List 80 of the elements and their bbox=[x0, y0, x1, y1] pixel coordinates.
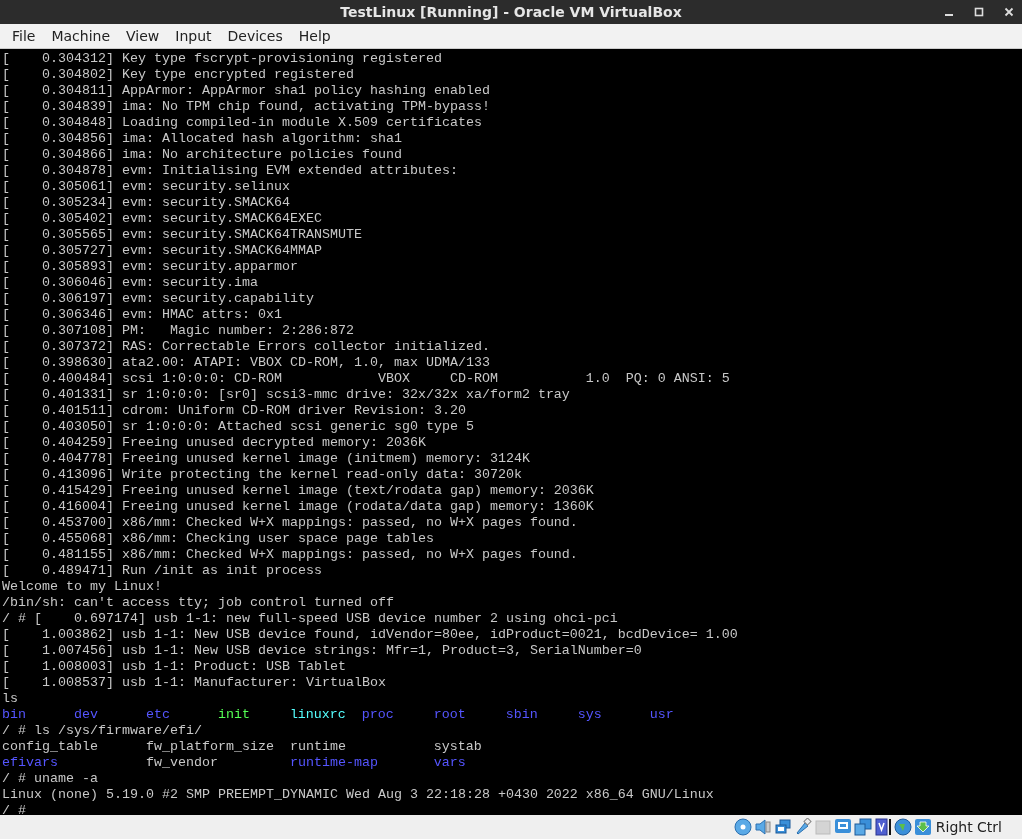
console-line: [ 0.415429] Freeing unused kernel image (text/rodata gap) memory: 2036K bbox=[2, 483, 594, 499]
file-entry: etc bbox=[145, 707, 170, 722]
file-entry: sys bbox=[577, 707, 602, 722]
console-line: [ 0.307372] RAS: Correctable Errors collector initialized. bbox=[2, 339, 490, 355]
file-entry: linuxrc bbox=[289, 707, 346, 722]
console-line: [ 0.404778] Freeing unused kernel image (initmem) memory: 3124K bbox=[2, 451, 530, 467]
display-icon[interactable] bbox=[833, 818, 852, 836]
file-entry: bin bbox=[2, 707, 26, 722]
speaker-icon[interactable] bbox=[753, 818, 772, 836]
disc-icon[interactable] bbox=[733, 818, 752, 836]
console-line: [ 0.304312] Key type fscrypt-provisioning registered bbox=[2, 51, 442, 67]
console-line: [ 0.413096] Write protecting the kernel read-only data: 30720k bbox=[2, 467, 522, 483]
console-line: Welcome to my Linux! bbox=[2, 579, 162, 595]
windows-icon[interactable] bbox=[853, 818, 872, 836]
console-line: [ 0.403050] sr 1:0:0:0: Attached scsi generic sg0 type 5 bbox=[2, 419, 474, 435]
console-line: [ 0.305061] evm: security.selinux bbox=[2, 179, 290, 195]
console-line: [ 0.304848] Loading compiled-in module X.509 certificates bbox=[2, 115, 482, 131]
console-line: / # bbox=[2, 803, 26, 815]
file-entry: usr bbox=[649, 707, 674, 722]
console-line: / # ls /sys/firmware/efi/ bbox=[2, 723, 202, 739]
console-line: [ 0.453700] x86/mm: Checked W+X mappings: passed, no W+X pages found. bbox=[2, 515, 578, 531]
console-line: Linux (none) 5.19.0 #2 SMP PREEMPT_DYNAMIC Wed Aug 3 22:18:28 +0430 2022 x86_64 GNU/Linux bbox=[2, 787, 714, 803]
menu-item[interactable]: Input bbox=[167, 26, 220, 46]
console-line: [ 0.304811] AppArmor: AppArmor sha1 policy hashing enabled bbox=[2, 83, 490, 99]
console-line: [ 0.304866] ima: No architecture policies found bbox=[2, 147, 402, 163]
console-line: [ 0.304856] ima: Allocated hash algorithm: sha1 bbox=[2, 131, 402, 147]
file-entry: fw_vendor bbox=[145, 755, 218, 770]
close-icon[interactable] bbox=[1004, 7, 1014, 17]
file-entry: proc bbox=[361, 707, 394, 722]
console-line: [ 0.305727] evm: security.SMACK64MMAP bbox=[2, 243, 322, 259]
menu-item[interactable]: Help bbox=[290, 26, 339, 46]
console-line: [ 0.306197] evm: security.capability bbox=[2, 291, 314, 307]
console-line: [ 0.481155] x86/mm: Checked W+X mappings: passed, no W+X pages found. bbox=[2, 547, 578, 563]
file-entry: sbin bbox=[505, 707, 538, 722]
maximize-icon[interactable] bbox=[974, 7, 984, 17]
console-line: [ 0.401511] cdrom: Uniform CD-ROM driver Revision: 3.20 bbox=[2, 403, 466, 419]
console-line: [ 1.007456] usb 1-1: New USB device strings: Mfr=1, Product=3, SerialNumber=0 bbox=[2, 643, 642, 659]
file-entry: efivars bbox=[2, 755, 58, 770]
console-line: [ 0.398630] ata2.00: ATAPI: VBOX CD-ROM, 1.0, max UDMA/133 bbox=[2, 355, 490, 371]
menu-item[interactable]: File bbox=[4, 26, 44, 46]
console-line: [ 0.306046] evm: security.ima bbox=[2, 275, 258, 291]
file-entry: runtime bbox=[289, 739, 346, 754]
file-entry: dev bbox=[73, 707, 98, 722]
v-icon[interactable] bbox=[873, 818, 892, 836]
network-icon[interactable] bbox=[773, 818, 792, 836]
file-entry: config_table bbox=[2, 739, 98, 754]
console-line: [ 0.307108] PM: Magic number: 2:286:872 bbox=[2, 323, 354, 339]
console-line: [ 1.008003] usb 1-1: Product: USB Tablet bbox=[2, 659, 346, 675]
console-line: [ 0.304839] ima: No TPM chip found, activating TPM-bypass! bbox=[2, 99, 490, 115]
file-entry: init bbox=[217, 707, 250, 722]
host-key-label: Right Ctrl bbox=[935, 819, 1002, 835]
console-line: [ 0.400484] scsi 1:0:0:0: CD-ROM VBOX CD-ROM 1.0 PQ: 0 ANSI: 5 bbox=[2, 371, 730, 387]
console-line: [ 0.305402] evm: security.SMACK64EXEC bbox=[2, 211, 322, 227]
file-entry: fw_platform_size bbox=[145, 739, 274, 754]
console-line: [ 0.416004] Freeing unused kernel image (rodata/data gap) memory: 1360K bbox=[2, 499, 594, 515]
file-entry: vars bbox=[433, 755, 466, 770]
console-line: [ 0.404259] Freeing unused decrypted memory: 2036K bbox=[2, 435, 426, 451]
menu-item[interactable]: Machine bbox=[43, 26, 119, 46]
console-line: / # uname -a bbox=[2, 771, 98, 787]
menu-item[interactable]: View bbox=[118, 26, 168, 46]
console-line: ls bbox=[2, 691, 18, 707]
window-title: TestLinux [Running] - Oracle VM VirtualBox bbox=[340, 4, 682, 20]
console-line: [ 1.003862] usb 1-1: New USB device found, idVendor=80ee, idProduct=0021, bcdDevice= 1.00 bbox=[2, 627, 738, 643]
console-line: [ 1.008537] usb 1-1: Manufacturer: VirtualBox bbox=[2, 675, 386, 691]
console-line: [ 0.304878] evm: Initialising EVM extended attributes: bbox=[2, 163, 458, 179]
console-line: / # [ 0.697174] usb 1-1: new full-speed USB device number 2 using ohci-pci bbox=[2, 611, 618, 627]
console-line: [ 0.489471] Run /init as init process bbox=[2, 563, 322, 579]
download-icon[interactable] bbox=[913, 818, 932, 836]
file-entry: systab bbox=[433, 739, 482, 754]
console-line: [ 0.455068] x86/mm: Checking user space page tables bbox=[2, 531, 434, 547]
console-line: [ 0.306346] evm: HMAC attrs: 0x1 bbox=[2, 307, 282, 323]
console-line: /bin/sh: can't access tty; job control turned off bbox=[2, 595, 394, 611]
console-line: [ 0.304802] Key type encrypted registered bbox=[2, 67, 354, 83]
console-line: [ 0.305565] evm: security.SMACK64TRANSMUTE bbox=[2, 227, 362, 243]
console-line: [ 0.305893] evm: security.apparmor bbox=[2, 259, 298, 275]
file-entry: root bbox=[433, 707, 466, 722]
menu-item[interactable]: Devices bbox=[219, 26, 291, 46]
console-line: [ 0.305234] evm: security.SMACK64 bbox=[2, 195, 290, 211]
console-line: [ 0.401331] sr 1:0:0:0: [sr0] scsi3-mmc drive: 32x/32x xa/form2 tray bbox=[2, 387, 570, 403]
file-entry: runtime-map bbox=[289, 755, 378, 770]
